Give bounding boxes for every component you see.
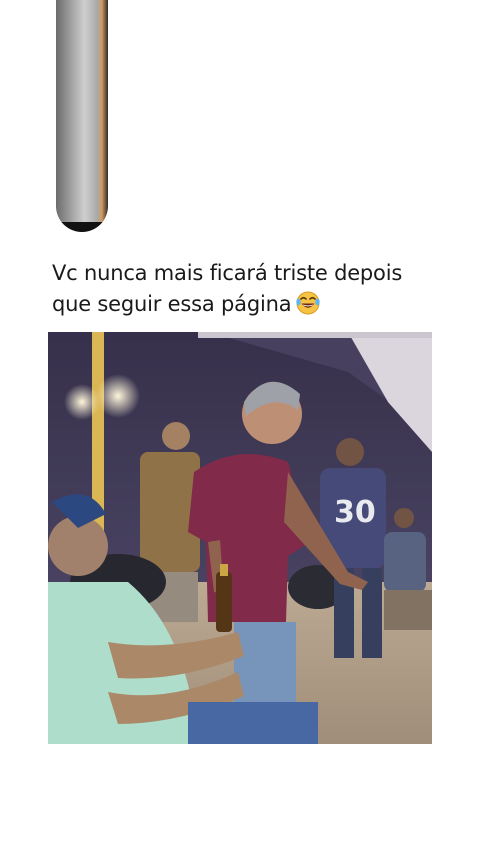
- video-player[interactable]: 30: [48, 332, 432, 744]
- post-caption: Vc nunca mais ficará triste depois que s…: [52, 258, 452, 320]
- video-frame-image: 30: [48, 332, 432, 744]
- caption-line-2: que seguir essa página: [52, 292, 292, 316]
- scroll-handle[interactable]: [56, 0, 108, 232]
- tears-of-joy-emoji-icon: [296, 291, 321, 315]
- caption-line-1: Vc nunca mais ficará triste depois: [52, 261, 403, 285]
